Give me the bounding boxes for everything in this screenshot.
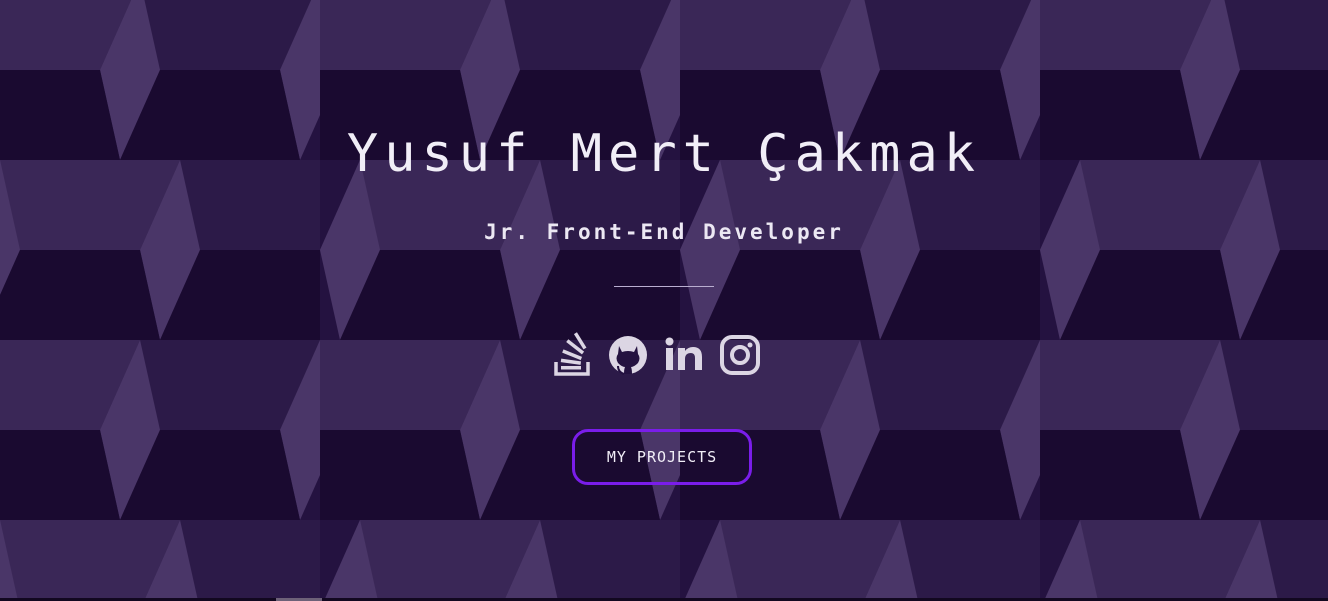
stackoverflow-link[interactable] bbox=[550, 332, 594, 378]
landing-page: Yusuf Mert Çakmak Jr. Front-End Develope… bbox=[0, 0, 1328, 601]
github-icon bbox=[609, 336, 647, 375]
hero-name: Yusuf Mert Çakmak bbox=[346, 124, 982, 184]
github-link[interactable] bbox=[606, 332, 650, 378]
linkedin-link[interactable] bbox=[662, 332, 706, 378]
hero-section: Yusuf Mert Çakmak Jr. Front-End Develope… bbox=[0, 0, 1328, 601]
linkedin-icon bbox=[665, 337, 702, 370]
instagram-icon bbox=[720, 335, 760, 375]
hero-role: Jr. Front-End Developer bbox=[484, 220, 844, 244]
instagram-link[interactable] bbox=[718, 332, 762, 378]
my-projects-button[interactable]: MY PROJECTS bbox=[572, 429, 752, 485]
divider bbox=[614, 286, 714, 287]
social-links bbox=[550, 332, 778, 378]
stackoverflow-icon bbox=[554, 332, 590, 376]
